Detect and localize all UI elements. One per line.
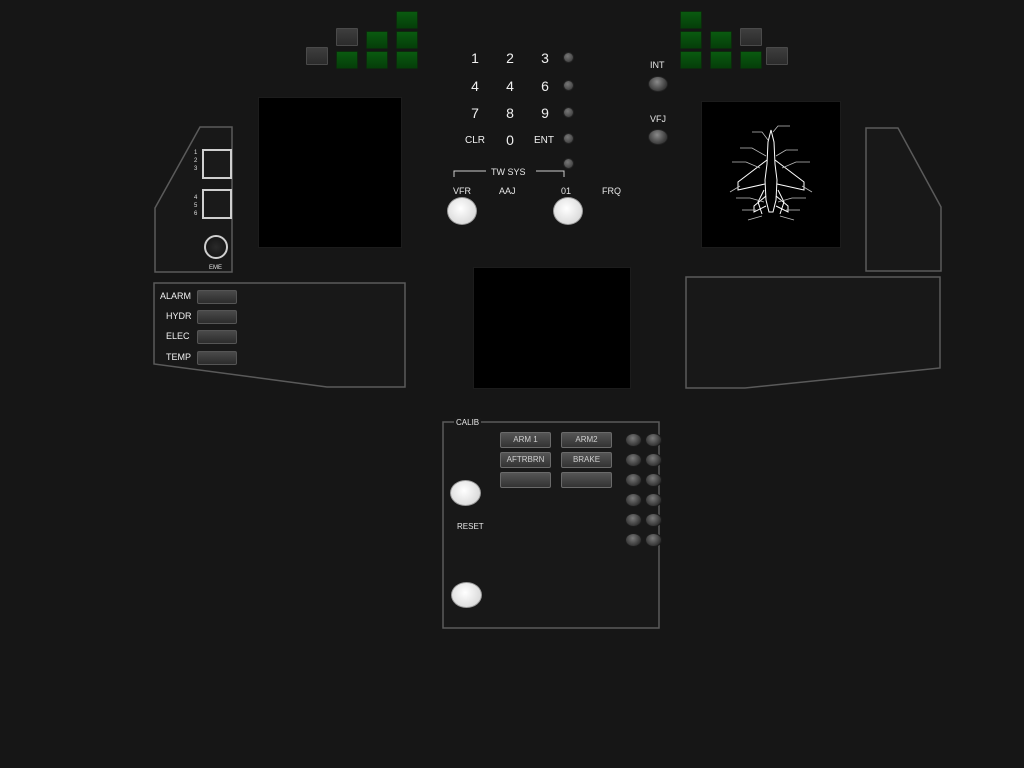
calib-label: CALIB — [454, 418, 482, 427]
level-cell — [366, 31, 388, 49]
left-display — [258, 97, 402, 248]
int-button[interactable] — [648, 76, 668, 92]
frq-label: FRQ — [602, 186, 621, 196]
frq-knob[interactable] — [553, 197, 583, 225]
key-5[interactable]: 4 — [495, 78, 525, 94]
blank-button[interactable] — [500, 472, 551, 488]
mode-button-2[interactable] — [202, 189, 232, 219]
toggle-button[interactable] — [625, 433, 642, 447]
key-enter[interactable]: ENT — [529, 135, 559, 146]
level-cell — [680, 11, 702, 29]
vfr-label: VFR — [453, 186, 471, 196]
digit-label: 4 — [194, 195, 198, 201]
indicator-light — [563, 52, 574, 63]
key-9[interactable]: 9 — [530, 105, 560, 121]
aaj-label: AAJ — [499, 186, 516, 196]
indicator-light — [563, 107, 574, 118]
toggle-button[interactable] — [645, 473, 662, 487]
digit-label: 1 — [194, 150, 198, 156]
level-cell — [710, 31, 732, 49]
level-cell — [680, 31, 702, 49]
hydr-indicator[interactable] — [197, 310, 237, 324]
level-cell — [366, 51, 388, 69]
level-cell — [336, 28, 358, 46]
toggle-button[interactable] — [625, 533, 642, 547]
key-6[interactable]: 6 — [530, 78, 560, 94]
vfr-knob[interactable] — [447, 197, 477, 225]
reset-knob[interactable] — [451, 582, 482, 608]
toggle-button[interactable] — [645, 433, 662, 447]
digit-label: 5 — [194, 203, 198, 209]
level-cell — [740, 28, 762, 46]
level-cell — [766, 47, 788, 65]
channel-label: 01 — [561, 186, 572, 196]
eme-button[interactable] — [204, 235, 228, 259]
right-side-panel — [865, 127, 942, 272]
key-3[interactable]: 3 — [530, 50, 560, 66]
level-cell — [740, 51, 762, 69]
toggle-button[interactable] — [645, 453, 662, 467]
digit-label: 2 — [194, 158, 198, 164]
level-cell — [396, 51, 418, 69]
toggle-button[interactable] — [625, 473, 642, 487]
indicator-light — [563, 80, 574, 91]
right-display — [701, 101, 841, 248]
level-cell — [306, 47, 328, 65]
level-cell — [710, 51, 732, 69]
level-cell — [336, 51, 358, 69]
indicator-light — [563, 133, 574, 144]
level-cell — [396, 31, 418, 49]
key-2[interactable]: 2 — [495, 50, 525, 66]
toggle-button[interactable] — [625, 513, 642, 527]
key-7[interactable]: 7 — [460, 105, 490, 121]
afterburner-button[interactable]: AFTRBRN — [500, 452, 551, 468]
level-cell — [396, 11, 418, 29]
tw-sys-title: TW SYS — [491, 167, 526, 177]
blank-button[interactable] — [561, 472, 612, 488]
temp-label: TEMP — [166, 352, 192, 362]
digit-label: 3 — [194, 166, 198, 172]
center-display — [473, 267, 631, 389]
right-lower-panel — [685, 276, 941, 389]
eme-label: EME — [209, 265, 223, 271]
aircraft-status-diagram — [729, 125, 813, 221]
mode-button-1[interactable] — [202, 149, 232, 179]
brake-button[interactable]: BRAKE — [561, 452, 612, 468]
alarm-indicator[interactable] — [197, 290, 237, 304]
arm1-button[interactable]: ARM 1 — [500, 432, 551, 448]
key-0[interactable]: 0 — [495, 132, 525, 148]
toggle-button[interactable] — [625, 493, 642, 507]
toggle-button[interactable] — [645, 533, 662, 547]
key-4[interactable]: 4 — [460, 78, 490, 94]
toggle-button[interactable] — [625, 453, 642, 467]
vfj-label: VFJ — [650, 114, 667, 124]
temp-indicator[interactable] — [197, 351, 237, 365]
key-1[interactable]: 1 — [460, 50, 490, 66]
calib-knob[interactable] — [450, 480, 481, 506]
key-8[interactable]: 8 — [495, 105, 525, 121]
toggle-button[interactable] — [645, 513, 662, 527]
arm2-button[interactable]: ARM2 — [561, 432, 612, 448]
hydr-label: HYDR — [166, 311, 192, 321]
int-label: INT — [650, 60, 665, 70]
digit-label: 6 — [194, 211, 198, 217]
alarm-label: ALARM — [160, 291, 192, 301]
elec-label: ELEC — [166, 331, 190, 341]
vfj-button[interactable] — [648, 129, 668, 145]
toggle-button[interactable] — [645, 493, 662, 507]
level-cell — [680, 51, 702, 69]
elec-indicator[interactable] — [197, 330, 237, 344]
key-clear[interactable]: CLR — [460, 135, 490, 146]
reset-label: RESET — [457, 522, 484, 531]
